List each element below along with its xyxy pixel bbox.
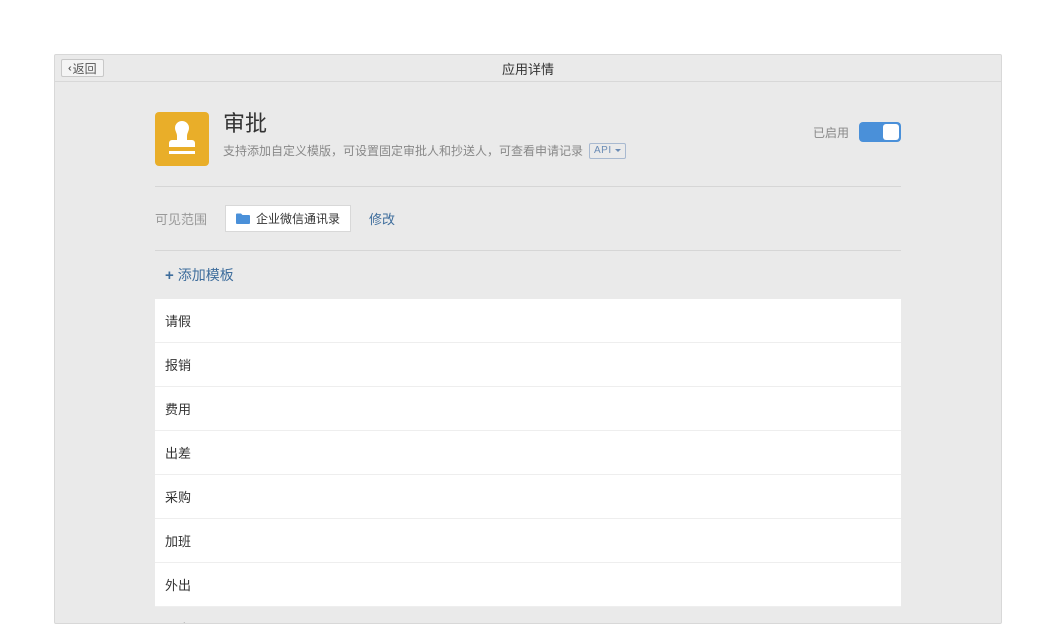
page-title: 应用详情: [55, 59, 1001, 78]
template-item[interactable]: 外出: [155, 563, 901, 607]
template-item[interactable]: 费用: [155, 387, 901, 431]
visibility-scope-tag: 企业微信通讯录: [225, 205, 351, 232]
api-dropdown[interactable]: API: [589, 143, 626, 159]
chevron-left-icon: ‹‹: [68, 63, 69, 74]
template-item[interactable]: 出差: [155, 431, 901, 475]
app-description: 支持添加自定义模版，可设置固定审批人和抄送人，可查看申请记录: [223, 142, 583, 159]
add-template-label: 添加模板: [178, 265, 234, 285]
visibility-scope-text: 企业微信通讯录: [256, 210, 340, 227]
template-item[interactable]: 采购: [155, 475, 901, 519]
template-item[interactable]: 请假: [155, 299, 901, 343]
app-title: 审批: [223, 112, 626, 136]
status-label: 已启用: [813, 124, 849, 141]
template-item[interactable]: 报销: [155, 343, 901, 387]
app-header: 审批 支持添加自定义模版，可设置固定审批人和抄送人，可查看申请记录 API 已启…: [155, 112, 901, 186]
folder-icon: [236, 213, 250, 224]
app-detail-panel: ‹‹ 返回 应用详情 审批 支持添加自定义模版，可设置固定审批人和抄送人，可查: [54, 54, 1002, 624]
add-template-button[interactable]: + 添加模板: [155, 251, 901, 299]
panel-header: ‹‹ 返回 应用详情: [55, 55, 1001, 82]
app-icon: [155, 112, 209, 166]
template-item[interactable]: 用章: [155, 607, 901, 624]
template-item[interactable]: 加班: [155, 519, 901, 563]
back-label: 返回: [73, 60, 97, 77]
plus-icon: +: [165, 267, 174, 284]
back-button[interactable]: ‹‹ 返回: [61, 59, 104, 77]
enable-toggle[interactable]: [859, 122, 901, 142]
template-list: 请假 报销 费用 出差 采购 加班 外出: [155, 299, 901, 607]
visibility-row: 可见范围 企业微信通讯录 修改: [155, 187, 901, 250]
modify-visibility-link[interactable]: 修改: [369, 209, 395, 228]
visibility-label: 可见范围: [155, 209, 207, 228]
stamp-icon: [165, 119, 199, 159]
